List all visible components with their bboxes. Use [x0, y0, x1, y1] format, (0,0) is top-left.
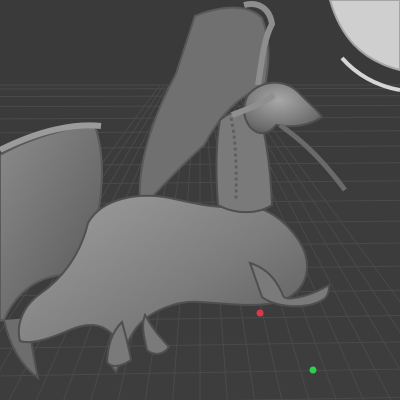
3d-viewport[interactable]: [0, 0, 400, 400]
red-gizmo-point[interactable]: [256, 309, 264, 317]
green-gizmo-point[interactable]: [309, 366, 317, 374]
viewport-canvas[interactable]: [0, 0, 400, 400]
